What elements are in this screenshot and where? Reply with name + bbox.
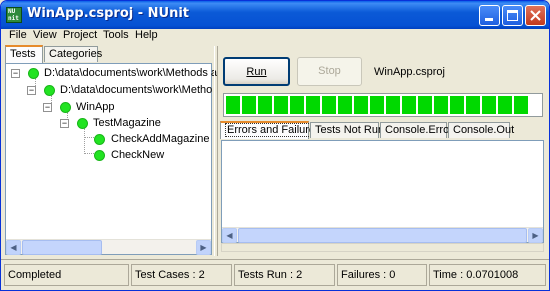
status-tests-run: Tests Run : 2 — [234, 264, 335, 286]
test-tree[interactable]: − D:\data\documents\work\Methods a − D:\… — [5, 63, 217, 255]
maximize-button[interactable] — [502, 5, 523, 26]
progress-segment — [226, 96, 240, 114]
tree-node-label: CheckNew — [111, 149, 165, 161]
progress-segment — [386, 96, 400, 114]
menu-bar: File View Project Tools Help — [1, 29, 549, 43]
passed-status-icon — [94, 150, 105, 161]
tree-node-label: WinApp — [76, 101, 115, 113]
scroll-right-button[interactable]: ▶ — [528, 228, 543, 243]
scrollbar-thumb[interactable] — [22, 240, 102, 255]
scroll-right-button[interactable]: ▶ — [196, 240, 211, 255]
minimize-button[interactable] — [479, 5, 500, 26]
status-test-cases: Test Cases : 2 — [131, 264, 232, 286]
menu-tools-label: Tools — [103, 29, 129, 41]
tree-horizontal-scrollbar[interactable]: ◀ ▶ — [6, 239, 211, 255]
passed-status-icon — [77, 118, 88, 129]
progress-segment — [482, 96, 496, 114]
collapse-icon[interactable]: − — [11, 69, 20, 78]
passed-status-icon — [44, 85, 55, 96]
progress-segment — [274, 96, 288, 114]
status-bar: Completed Test Cases : 2 Tests Run : 2 F… — [1, 259, 549, 289]
menu-file[interactable]: File — [9, 29, 27, 41]
stack-trace-splitter[interactable] — [221, 243, 544, 252]
stop-button[interactable]: Stop — [297, 57, 362, 86]
run-button[interactable]: Run — [223, 57, 290, 86]
scroll-left-button[interactable]: ◀ — [6, 240, 21, 255]
progress-segment — [258, 96, 272, 114]
tab-console-out[interactable]: Console.Out — [448, 122, 514, 138]
tab-tests-label: Tests — [10, 48, 36, 60]
tree-node-label: CheckAddMagazine — [111, 133, 210, 145]
collapse-icon[interactable]: − — [43, 103, 52, 112]
progress-segment — [242, 96, 256, 114]
status-time: Time : 0.0701008 — [429, 264, 546, 286]
progress-segment — [370, 96, 384, 114]
tab-label: Tests Not Run — [315, 124, 385, 136]
passed-status-icon — [28, 68, 39, 79]
tab-categories[interactable]: Categories — [44, 46, 102, 62]
progress-segment — [338, 96, 352, 114]
run-button-label: Run — [246, 66, 267, 78]
nunit-window: NU nit WinApp.csproj - NUnit File View Pr… — [0, 0, 550, 291]
progress-segment — [322, 96, 336, 114]
menu-file-label: File — [9, 29, 27, 41]
project-name: WinApp.csproj — [374, 66, 445, 78]
tree-node-label: D:\data\documents\work\Metho — [60, 84, 213, 96]
tab-tests[interactable]: Tests — [5, 45, 43, 63]
collapse-icon[interactable]: − — [27, 86, 36, 95]
status-failures: Failures : 0 — [337, 264, 427, 286]
tab-label: Console.Out — [453, 124, 515, 136]
progress-segment — [354, 96, 368, 114]
tab-errors-and-failures[interactable]: Errors and Failures — [220, 121, 323, 139]
panel-splitter[interactable] — [214, 46, 218, 256]
tab-label: Console.Error — [385, 124, 453, 136]
progress-segment — [306, 96, 320, 114]
collapse-icon[interactable]: − — [60, 119, 69, 128]
scrollbar-thumb[interactable] — [238, 228, 527, 243]
tree-connector — [84, 153, 94, 154]
close-button[interactable] — [525, 5, 546, 26]
menu-view-label: View — [33, 29, 57, 41]
tab-console-error[interactable]: Console.Error — [380, 122, 453, 138]
passed-status-icon — [60, 102, 71, 113]
menu-view[interactable]: View — [33, 29, 57, 41]
progress-segment — [498, 96, 512, 114]
tree-connector — [84, 128, 85, 154]
progress-segment — [466, 96, 480, 114]
errors-horizontal-scrollbar[interactable]: ◀ ▶ — [222, 227, 543, 243]
progress-segment — [290, 96, 304, 114]
menu-project[interactable]: Project — [63, 29, 97, 41]
tree-node-label: TestMagazine — [93, 117, 161, 129]
window-title: WinApp.csproj - NUnit — [27, 6, 190, 21]
menu-help-label: Help — [135, 29, 158, 41]
tab-label: Errors and Failures — [225, 123, 323, 137]
scroll-left-button[interactable]: ◀ — [222, 228, 237, 243]
test-progress-bar — [223, 93, 543, 117]
tree-connector — [84, 137, 94, 138]
passed-status-icon — [94, 134, 105, 145]
nunit-app-icon: NU nit — [6, 7, 22, 23]
menu-tools[interactable]: Tools — [103, 29, 129, 41]
tab-tests-not-run[interactable]: Tests Not Run — [310, 122, 384, 138]
progress-segment — [514, 96, 528, 114]
progress-segment — [450, 96, 464, 114]
errors-list[interactable]: ◀ ▶ — [221, 140, 544, 243]
progress-segment — [418, 96, 432, 114]
menu-project-label: Project — [63, 29, 98, 41]
tab-categories-label: Categories — [49, 48, 103, 60]
title-bar[interactable]: NU nit WinApp.csproj - NUnit — [1, 1, 549, 29]
progress-segment — [402, 96, 416, 114]
progress-segment — [434, 96, 448, 114]
minimize-icon — [485, 18, 493, 21]
status-state: Completed — [4, 264, 129, 286]
stop-button-label: Stop — [318, 65, 341, 77]
tree-node-label: D:\data\documents\work\Methods a — [44, 67, 218, 79]
menu-help[interactable]: Help — [135, 29, 158, 41]
maximize-icon — [507, 10, 518, 21]
close-icon — [530, 10, 541, 21]
